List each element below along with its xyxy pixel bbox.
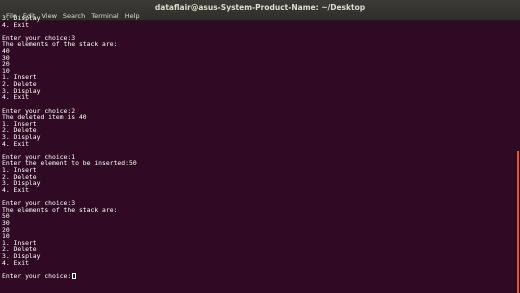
terminal-line: 1. Insert — [2, 239, 516, 247]
terminal-line: 2. Delete — [2, 81, 516, 88]
terminal-line: 4. Exit — [2, 21, 516, 29]
text-cursor — [72, 272, 77, 279]
scrollbar[interactable] — [516, 21, 520, 293]
terminal-output[interactable]: 3. Display 4. Exit Enter your choice:3 The … — [0, 15, 516, 293]
terminal-window: dataflair@asus-System-Product-Name: ~/De… — [0, 0, 520, 293]
terminal-line: 30 — [2, 220, 516, 227]
terminal-line: 10 — [2, 68, 516, 75]
terminal-line: 2. Delete — [2, 246, 516, 253]
terminal-line-text: Enter your choice: — [2, 271, 72, 280]
terminal-line: The deleted item is 40 — [2, 114, 516, 121]
terminal-line: 10 — [2, 233, 516, 240]
terminal-line: Enter your choice: — [2, 271, 516, 280]
terminal-line: 3. Display — [2, 253, 516, 260]
terminal-line: 20 — [2, 226, 516, 234]
terminal-line: 1. Insert — [2, 120, 516, 128]
terminal-line: 3. Display — [2, 15, 516, 22]
terminal-line: 4. Exit — [2, 140, 516, 148]
terminal-line: 40 — [2, 48, 516, 55]
terminal-line: 1. Insert — [2, 74, 516, 81]
terminal-line: 2. Delete — [2, 173, 516, 181]
terminal-line: 3. Display — [2, 87, 516, 95]
terminal-line: 3. Display — [2, 180, 516, 187]
terminal-line: 1. Insert — [2, 167, 516, 174]
scrollbar-thumb[interactable] — [517, 151, 519, 293]
terminal-line: 3. Display — [2, 134, 516, 141]
terminal-line: The elements of the stack are: — [2, 41, 516, 48]
terminal-line: 4. Exit — [2, 259, 516, 267]
terminal-line: 20 — [2, 61, 516, 68]
terminal-line: 4. Exit — [2, 94, 516, 101]
terminal-line: 30 — [2, 54, 516, 62]
window-title: dataflair@asus-System-Product-Name: ~/De… — [154, 3, 366, 12]
terminal-line: 50 — [2, 213, 516, 220]
terminal-line: 4. Exit — [2, 187, 516, 194]
terminal-line: The elements of the stack are: — [2, 206, 516, 214]
terminal-line: Enter the element to be inserted:50 — [2, 160, 516, 167]
terminal-line: 2. Delete — [2, 127, 516, 134]
terminal-text: 3. Display 4. Exit Enter your choice:3 The … — [0, 15, 516, 285]
